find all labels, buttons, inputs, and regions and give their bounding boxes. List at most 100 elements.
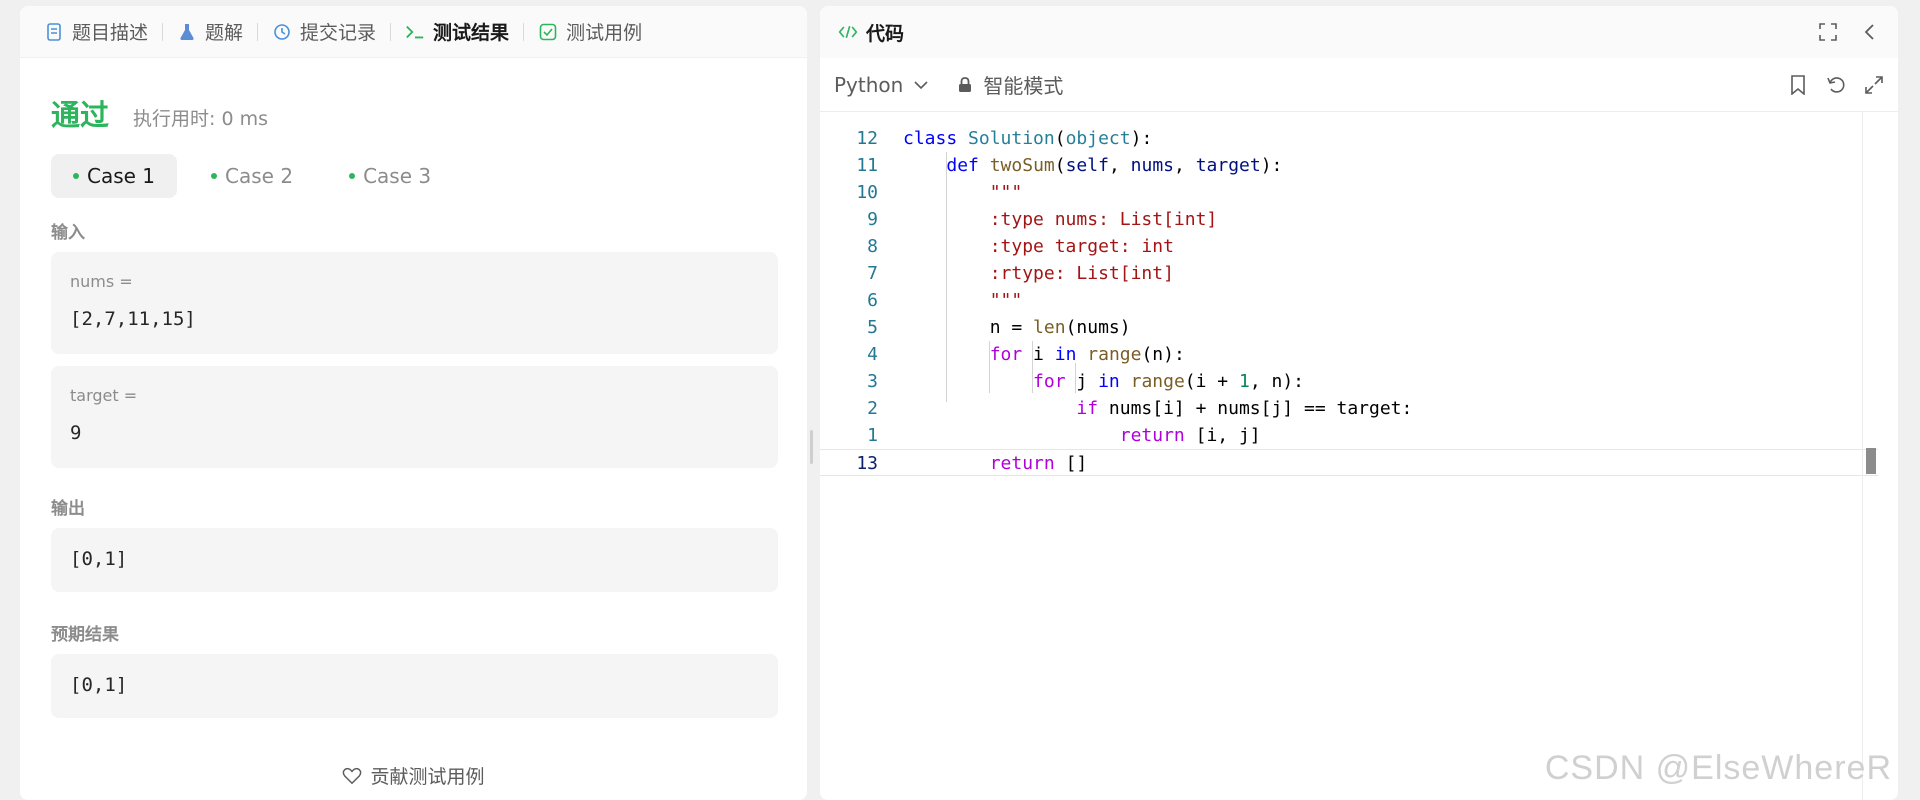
code-line[interactable]: 7 :rtype: List[int] [820,260,1878,287]
tab-label: 测试用例 [566,22,643,44]
code-text: """ [903,290,1023,311]
code-text: def twoSum(self, nums, target): [946,155,1283,176]
tab-label: 题目描述 [72,22,149,44]
code-line[interactable]: 10 """ [820,179,1878,206]
code-line[interactable]: 11 def twoSum(self, nums, target): [820,152,1878,179]
chevron-down-icon [911,75,931,95]
tab-test-result[interactable]: 测试结果 [399,6,515,58]
expected-label: 预期结果 [51,625,119,645]
contribute-label: 贡献测试用例 [370,766,485,788]
tab-label: 测试结果 [433,22,510,44]
line-number: 12 [856,128,878,149]
case-label: Case 1 [87,164,156,188]
scrollbar-thumb[interactable] [1866,448,1876,474]
code-line[interactable]: 4 for i in range(n): [820,341,1878,368]
smart-mode-toggle[interactable]: 智能模式 [955,70,1063,99]
code-text: """ [903,182,1023,203]
tab-label: 题解 [205,22,244,44]
editor-scrollbar[interactable] [1862,112,1878,800]
code-line[interactable]: 6 """ [820,287,1878,314]
result-panel: 题目描述 题解 提交记录 测试结果 测试用例 通过 执行用时: 0 ms Cas… [20,6,807,800]
bookmark-icon[interactable] [1788,74,1808,95]
line-number: 6 [867,290,878,311]
code-line[interactable]: 3 for j in range(i + 1, n): [820,368,1878,395]
reset-icon[interactable] [1826,75,1846,95]
code-text: for j in range(i + 1, n): [1033,371,1305,392]
output-value: [0,1] [70,548,128,570]
line-number: 9 [867,209,878,230]
code-title-text: 代码 [866,22,905,45]
pass-dot-icon [349,173,356,179]
tab-description[interactable]: 题目描述 [38,6,154,58]
code-line[interactable]: 8 :type target: int [820,233,1878,260]
code-header-actions [1818,22,1880,42]
line-number: 4 [867,344,878,365]
code-text: if nums[i] + nums[j] == target: [1076,398,1413,419]
toolbar-left: Python 智能模式 [834,70,1063,99]
line-number: 10 [856,182,878,203]
divider [162,22,164,41]
heart-icon [342,766,362,786]
language-select[interactable]: Python [834,73,931,97]
input-label: 输入 [51,223,85,243]
input-value: [2,7,11,15] [70,308,196,330]
toolbar-right [1788,74,1884,95]
editor-toolbar: Python 智能模式 [820,58,1898,112]
flask-icon [177,22,197,42]
code-text: :type nums: List[int] [903,209,1218,230]
code-line[interactable]: 1 return [i, j] [820,422,1878,449]
code-icon [838,22,858,42]
pass-dot-icon [211,173,218,179]
line-number: 7 [867,263,878,284]
status-badge: 通过 [51,98,110,132]
mode-label: 智能模式 [983,74,1064,98]
code-text: class Solution(object): [903,128,1153,149]
line-number: 13 [856,453,878,474]
case-tab-3[interactable]: Case 3 [327,154,453,198]
language-label: Python [834,72,904,97]
code-editor[interactable]: 12 class Solution(object): 11 def twoSum(… [820,112,1878,800]
fullscreen-icon[interactable] [1818,22,1838,42]
terminal-icon [405,22,425,42]
expected-box: [0,1] [51,654,778,718]
divider [523,22,525,41]
code-title: 代码 [838,19,904,46]
divider [257,22,259,41]
case-label: Case 3 [363,164,432,188]
line-number: 1 [867,425,878,446]
current-code-line[interactable]: 13 return [] [820,449,1878,476]
tab-submissions[interactable]: 提交记录 [266,6,382,58]
line-number: 8 [867,236,878,257]
document-icon [44,22,64,42]
expand-icon[interactable] [1864,75,1884,95]
input-target-box: target = 9 [51,366,778,468]
code-text: :type target: int [903,236,1174,257]
code-line[interactable]: 9 :type nums: List[int] [820,206,1878,233]
line-number: 3 [867,371,878,392]
input-nums-box: nums = [2,7,11,15] [51,252,778,354]
line-number: 11 [856,155,878,176]
code-text: for i in range(n): [989,344,1185,365]
history-icon [272,22,292,42]
watermark-text: CSDN @ElseWhereR [1544,749,1892,787]
contribute-testcase-button[interactable]: 贡献测试用例 [20,762,807,789]
tab-testcases[interactable]: 测试用例 [532,6,648,58]
code-text: n = len(nums) [903,317,1131,338]
runtime-text: 执行用时: 0 ms [133,108,268,130]
code-line[interactable]: 2 if nums[i] + nums[j] == target: [820,395,1878,422]
code-panel: 代码 Python 智能模式 12 class Solution(object)… [820,6,1898,800]
collapse-icon[interactable] [1860,22,1880,42]
expected-value: [0,1] [70,674,128,696]
panel-resize-handle[interactable] [810,430,813,464]
line-number: 2 [867,398,878,419]
code-line[interactable]: 12 class Solution(object): [820,125,1878,152]
code-text: return [] [989,453,1088,474]
case-tabs: Case 1 Case 2 Case 3 [51,154,453,198]
case-tab-1[interactable]: Case 1 [51,154,178,198]
pass-dot-icon [73,173,79,179]
result-header: 通过 执行用时: 0 ms [51,92,268,134]
case-tab-2[interactable]: Case 2 [189,154,315,198]
code-line[interactable]: 5 n = len(nums) [820,314,1878,341]
tab-solutions[interactable]: 题解 [171,6,249,58]
code-header: 代码 [820,6,1898,58]
